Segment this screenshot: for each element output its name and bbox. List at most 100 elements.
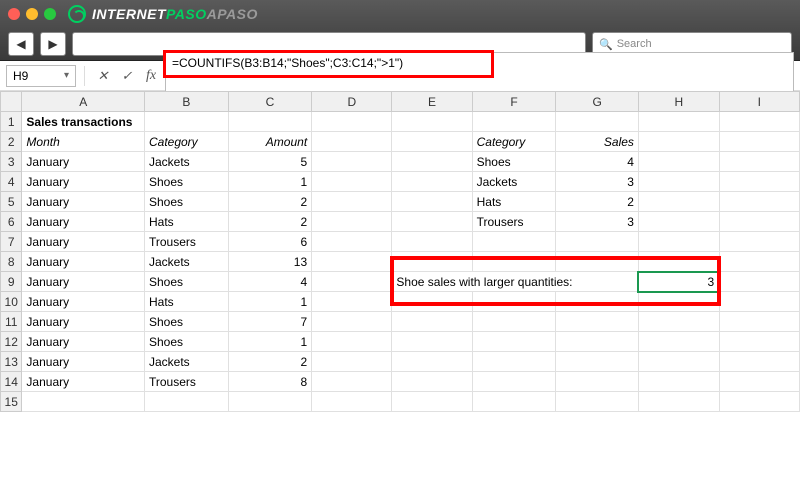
cancel-icon[interactable]: ✕ — [93, 66, 113, 86]
forward-button[interactable]: ▶ — [40, 32, 66, 56]
cell-D2[interactable] — [312, 132, 392, 152]
cell-C15[interactable] — [228, 392, 311, 412]
cell-C10[interactable]: 1 — [228, 292, 311, 312]
cell-C14[interactable]: 8 — [228, 372, 311, 392]
cell-B7[interactable]: Trousers — [144, 232, 228, 252]
cell-I2[interactable] — [719, 132, 799, 152]
cell-I6[interactable] — [719, 212, 799, 232]
cell-A4[interactable]: January — [22, 172, 145, 192]
cell-C8[interactable]: 13 — [228, 252, 311, 272]
cell-G11[interactable] — [556, 312, 638, 332]
cell-B13[interactable]: Jackets — [144, 352, 228, 372]
row-header-1[interactable]: 1 — [1, 112, 22, 132]
cell-E6[interactable] — [392, 212, 472, 232]
cell-A11[interactable]: January — [22, 312, 145, 332]
cell-F3[interactable]: Shoes — [472, 152, 556, 172]
column-header-F[interactable]: F — [472, 92, 556, 112]
cell-I8[interactable] — [719, 252, 799, 272]
cell-B1[interactable] — [144, 112, 228, 132]
cell-B10[interactable]: Hats — [144, 292, 228, 312]
cell-A14[interactable]: January — [22, 372, 145, 392]
cell-C11[interactable]: 7 — [228, 312, 311, 332]
cell-E3[interactable] — [392, 152, 472, 172]
cell-C5[interactable]: 2 — [228, 192, 311, 212]
cell-D11[interactable] — [312, 312, 392, 332]
cell-H14[interactable] — [638, 372, 719, 392]
cell-D6[interactable] — [312, 212, 392, 232]
cell-I4[interactable] — [719, 172, 799, 192]
cell-B4[interactable]: Shoes — [144, 172, 228, 192]
cell-D9[interactable] — [312, 272, 392, 292]
cell-D4[interactable] — [312, 172, 392, 192]
cell-D8[interactable] — [312, 252, 392, 272]
cell-B12[interactable]: Shoes — [144, 332, 228, 352]
cell-H6[interactable] — [638, 212, 719, 232]
row-header-14[interactable]: 14 — [1, 372, 22, 392]
row-header-3[interactable]: 3 — [1, 152, 22, 172]
row-header-8[interactable]: 8 — [1, 252, 22, 272]
cell-D1[interactable] — [312, 112, 392, 132]
maximize-icon[interactable] — [44, 8, 56, 20]
row-header-15[interactable]: 15 — [1, 392, 22, 412]
cell-I10[interactable] — [719, 292, 799, 312]
column-header-E[interactable]: E — [392, 92, 472, 112]
cell-F6[interactable]: Trousers — [472, 212, 556, 232]
cell-C3[interactable]: 5 — [228, 152, 311, 172]
cell-C2[interactable]: Amount — [228, 132, 311, 152]
cell-A1[interactable]: Sales transactions — [22, 112, 145, 132]
cell-F12[interactable] — [472, 332, 556, 352]
cell-I3[interactable] — [719, 152, 799, 172]
accept-icon[interactable]: ✓ — [117, 66, 137, 86]
cell-F4[interactable]: Jackets — [472, 172, 556, 192]
cell-F10[interactable] — [472, 292, 556, 312]
cell-H2[interactable] — [638, 132, 719, 152]
cell-B5[interactable]: Shoes — [144, 192, 228, 212]
cell-E11[interactable] — [392, 312, 472, 332]
cell-C1[interactable] — [228, 112, 311, 132]
cell-C6[interactable]: 2 — [228, 212, 311, 232]
cell-E7[interactable] — [392, 232, 472, 252]
cell-I15[interactable] — [719, 392, 799, 412]
cell-I13[interactable] — [719, 352, 799, 372]
cell-A9[interactable]: January — [22, 272, 145, 292]
cell-H7[interactable] — [638, 232, 719, 252]
column-header-H[interactable]: H — [638, 92, 719, 112]
cell-D10[interactable] — [312, 292, 392, 312]
cell-A8[interactable]: January — [22, 252, 145, 272]
row-header-13[interactable]: 13 — [1, 352, 22, 372]
cell-C7[interactable]: 6 — [228, 232, 311, 252]
cell-F15[interactable] — [472, 392, 556, 412]
cell-H13[interactable] — [638, 352, 719, 372]
cell-B14[interactable]: Trousers — [144, 372, 228, 392]
cell-D14[interactable] — [312, 372, 392, 392]
cell-G2[interactable]: Sales — [556, 132, 638, 152]
cell-F2[interactable]: Category — [472, 132, 556, 152]
cell-A12[interactable]: January — [22, 332, 145, 352]
cell-H12[interactable] — [638, 332, 719, 352]
cell-G14[interactable] — [556, 372, 638, 392]
close-icon[interactable] — [8, 8, 20, 20]
cell-F5[interactable]: Hats — [472, 192, 556, 212]
cell-G3[interactable]: 4 — [556, 152, 638, 172]
cell-F14[interactable] — [472, 372, 556, 392]
row-header-10[interactable]: 10 — [1, 292, 22, 312]
cell-G15[interactable] — [556, 392, 638, 412]
cell-G10[interactable] — [556, 292, 638, 312]
row-header-4[interactable]: 4 — [1, 172, 22, 192]
cell-A13[interactable]: January — [22, 352, 145, 372]
cell-H10[interactable] — [638, 292, 719, 312]
cell-F11[interactable] — [472, 312, 556, 332]
cell-F1[interactable] — [472, 112, 556, 132]
cell-D15[interactable] — [312, 392, 392, 412]
cell-C12[interactable]: 1 — [228, 332, 311, 352]
cell-A5[interactable]: January — [22, 192, 145, 212]
column-header-C[interactable]: C — [228, 92, 311, 112]
cell-E15[interactable] — [392, 392, 472, 412]
cell-I9[interactable] — [719, 272, 799, 292]
name-box[interactable]: H9 — [6, 65, 76, 87]
cell-B9[interactable]: Shoes — [144, 272, 228, 292]
cell-H4[interactable] — [638, 172, 719, 192]
cell-I5[interactable] — [719, 192, 799, 212]
cell-E1[interactable] — [392, 112, 472, 132]
cell-B8[interactable]: Jackets — [144, 252, 228, 272]
